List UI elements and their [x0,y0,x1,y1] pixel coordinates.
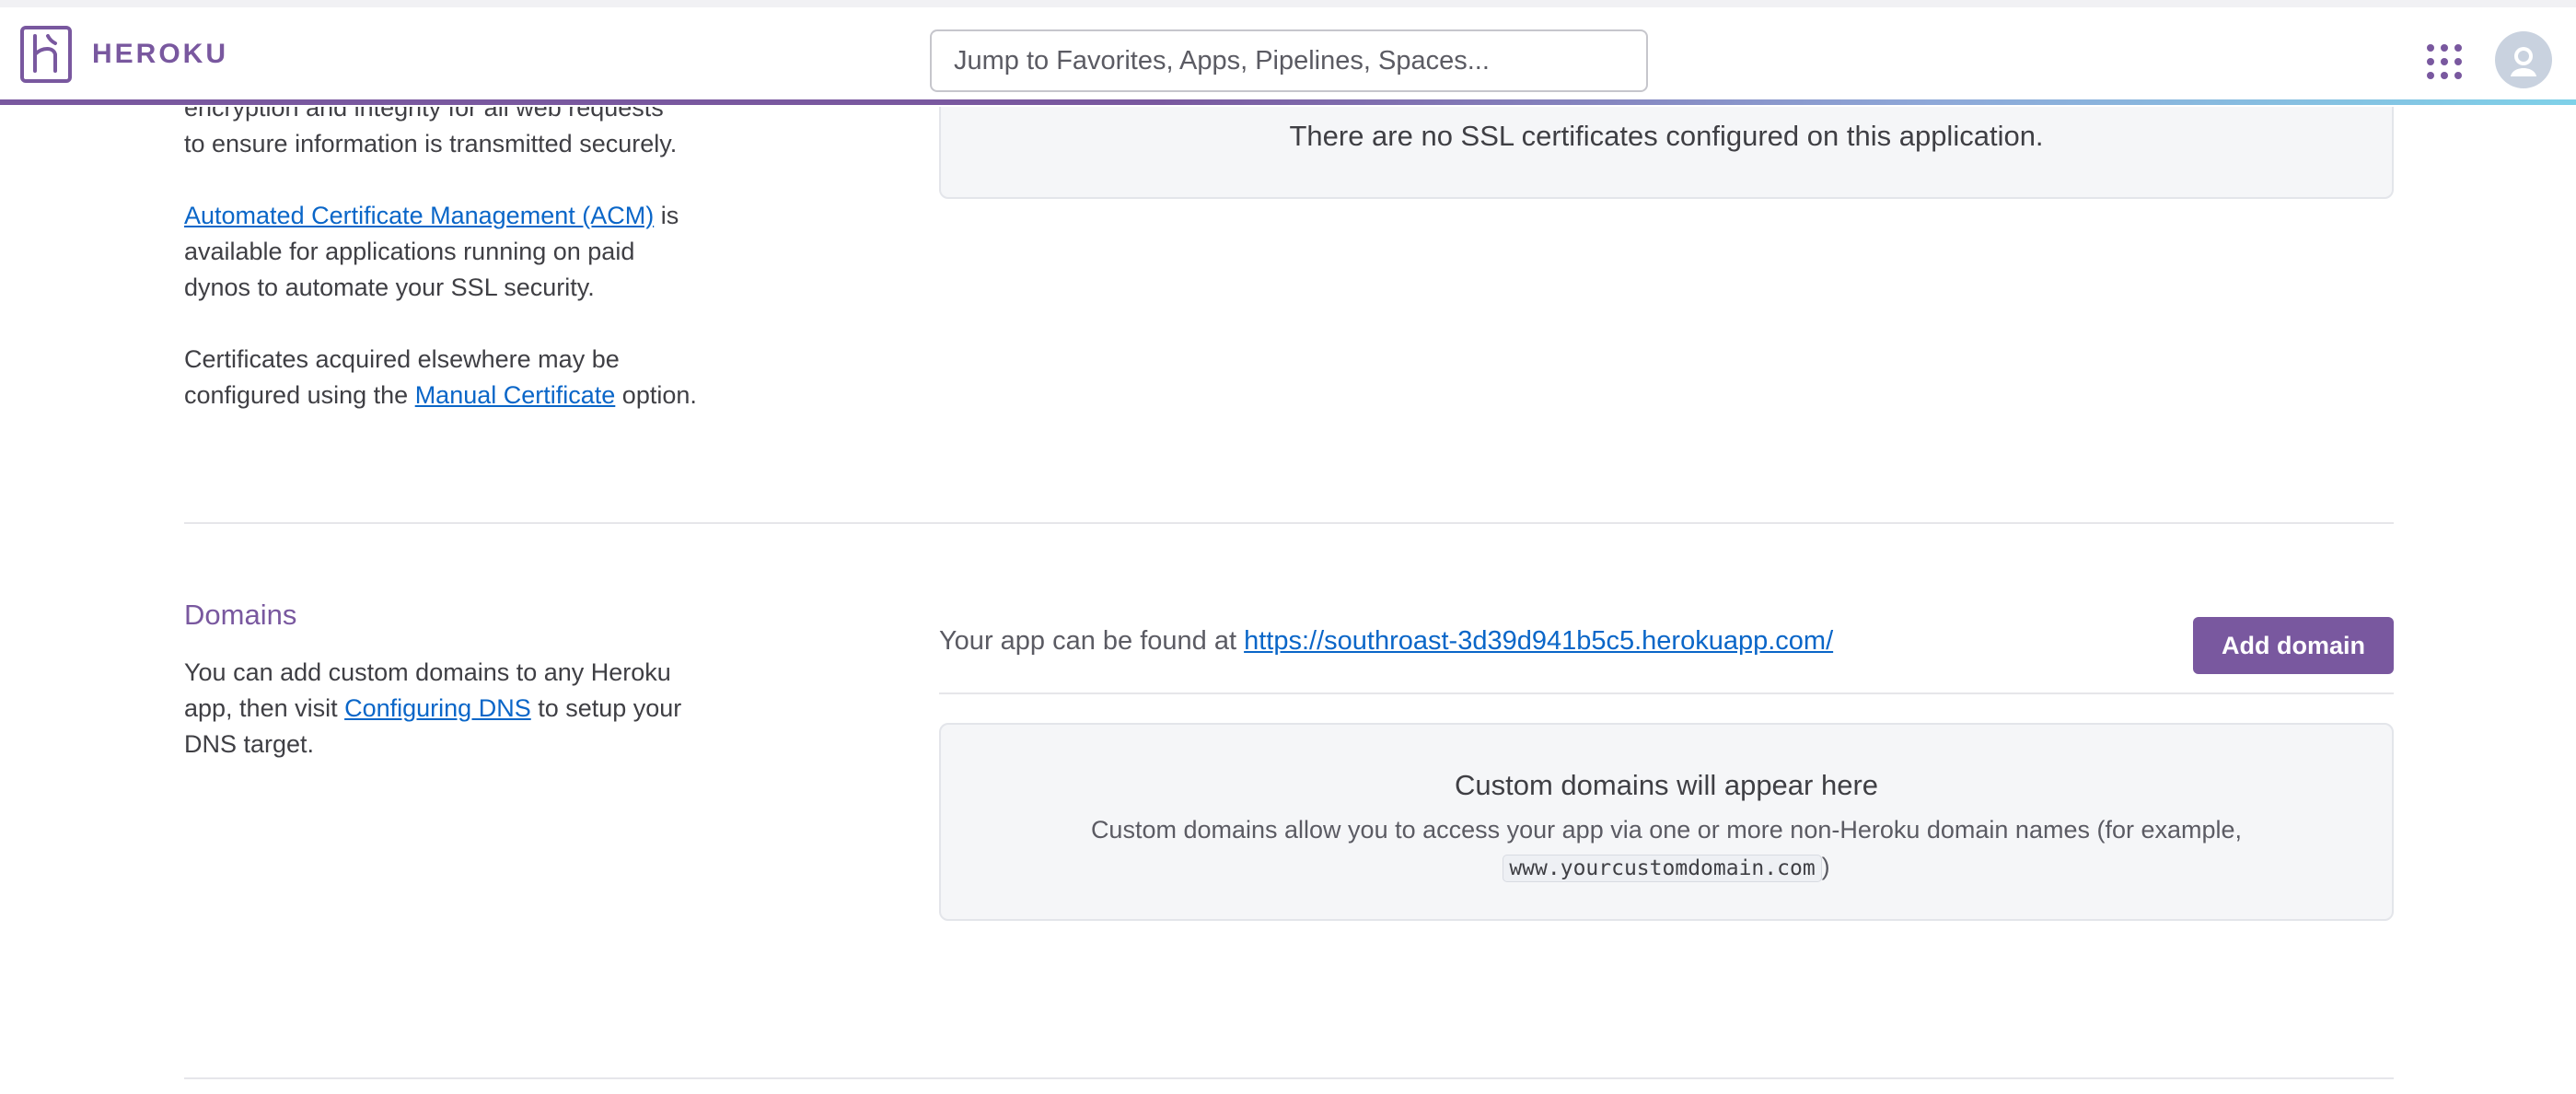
domains-description: You can add custom domains to any Heroku… [184,655,700,798]
ssl-desc-line-2: to ensure information is transmitted sec… [184,130,678,157]
ssl-description: encryption and integrity for all web req… [184,90,700,449]
manual-certificate-link[interactable]: Manual Certificate [415,381,616,409]
top-header: HEROKU [0,0,2576,107]
custom-domains-description: Custom domains allow you to access your … [941,811,2392,887]
ssl-empty-message: There are no SSL certificates configured… [1289,120,2044,152]
domains-desc-paragraph: You can add custom domains to any Heroku… [184,655,700,762]
heroku-logo[interactable]: HEROKU [20,26,228,83]
manual-post-text: option. [615,381,697,409]
acm-link[interactable]: Automated Certificate Management (ACM) [184,202,654,229]
section-divider [184,522,2394,524]
bottom-divider [184,1077,2394,1079]
custom-domains-desc-text: Custom domains allow you to access your … [1090,816,2243,844]
user-avatar-icon[interactable] [2495,31,2552,88]
header-gradient-bar [0,99,2576,105]
acm-paragraph: Automated Certificate Management (ACM) i… [184,198,700,306]
app-url-line: Your app can be found at https://southro… [939,626,1833,657]
custom-domains-title: Custom domains will appear here [1454,769,1879,801]
domains-header-divider [939,692,2394,694]
manual-cert-paragraph: Certificates acquired elsewhere may be c… [184,342,700,413]
custom-domains-empty-state: Custom domains will appear here Custom d… [939,723,2394,921]
apps-grid-icon[interactable] [2427,44,2462,79]
app-url-link[interactable]: https://southroast-3d39d941b5c5.herokuap… [1244,626,1833,656]
heroku-logo-icon [20,26,72,83]
example-close-paren: ) [1821,853,1830,880]
add-domain-button[interactable]: Add domain [2193,617,2394,674]
domains-title: Domains [184,599,297,631]
example-domain-code: www.yourcustomdomain.com [1503,855,1822,882]
found-at-label: Your app can be found at [939,626,1245,656]
configuring-dns-link[interactable]: Configuring DNS [344,694,531,722]
search-input[interactable] [930,29,1648,92]
logo-text: HEROKU [92,39,229,69]
